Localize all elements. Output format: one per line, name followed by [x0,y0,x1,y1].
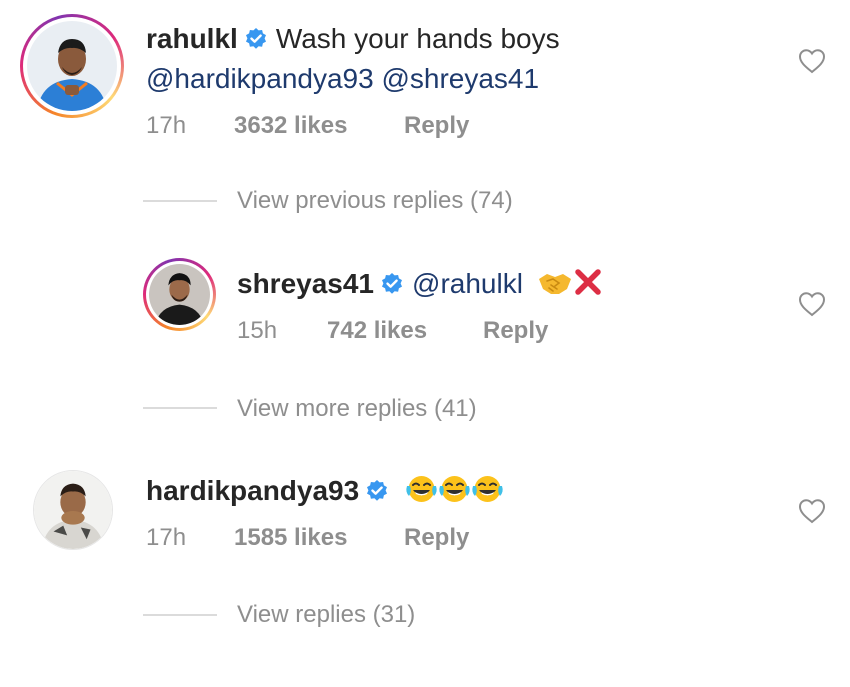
heart-icon[interactable] [798,48,826,74]
view-previous-replies-link[interactable]: View previous replies (74) [237,186,513,216]
username-hardikpandya93[interactable]: hardikpandya93 [146,475,359,506]
avatar-hardikpandya93[interactable] [33,470,113,550]
likes-count[interactable]: 742 likes [327,316,483,346]
comment-meta-shreyas41: 15h 742 likes Reply [237,316,548,346]
view-replies-link[interactable]: View replies (31) [237,600,415,630]
comment-line-1: rahulkl Wash your hands boys [146,21,560,57]
timestamp: 17h [146,112,187,139]
avatar-photo-rahulkl [27,21,117,111]
view-replies-divider [143,200,217,202]
avatar-rahulkl[interactable] [20,14,124,118]
username-rahulkl[interactable]: rahulkl [146,23,238,54]
timestamp: 15h [237,317,278,344]
reply-button[interactable]: Reply [404,523,469,553]
view-replies-divider [143,407,217,409]
comment-line-1: shreyas41 @rahulkl [237,266,603,302]
tears-of-joy-emoji [472,476,503,502]
tears-of-joy-emoji [406,476,437,502]
verified-badge-icon [367,480,388,501]
heart-icon[interactable] [798,291,826,317]
comment-meta-rahulkl: 17h 3632 likes Reply [146,111,469,141]
comment-line-2: @hardikpandya93 @shreyas41 [146,61,539,97]
view-replies-divider [143,614,217,616]
view-more-replies-link[interactable]: View more replies (41) [237,394,477,424]
heart-icon[interactable] [798,498,826,524]
likes-count[interactable]: 3632 likes [234,111,404,141]
tears-of-joy-emoji [439,476,470,502]
comment-text: Wash your hands boys [275,23,560,54]
mentions-link[interactable]: @hardikpandya93 @shreyas41 [146,63,539,94]
comment-line-1: hardikpandya93 [146,473,504,509]
username-shreyas41[interactable]: shreyas41 [237,268,374,299]
timestamp: 17h [146,524,187,551]
mention-link[interactable]: @rahulkl [412,268,523,299]
comment-meta-hardikpandya93: 17h 1585 likes Reply [146,523,469,553]
likes-count[interactable]: 1585 likes [234,523,404,553]
avatar-photo-shreyas41 [149,264,210,325]
verified-badge-icon [245,28,266,49]
cross-mark-emoji [574,269,601,295]
handshake-emoji [538,274,571,294]
reply-button[interactable]: Reply [404,111,469,141]
avatar-shreyas41[interactable] [143,258,216,331]
avatar-photo-hardikpandya93 [34,471,112,549]
verified-badge-icon [382,273,403,294]
reply-button[interactable]: Reply [483,316,548,346]
